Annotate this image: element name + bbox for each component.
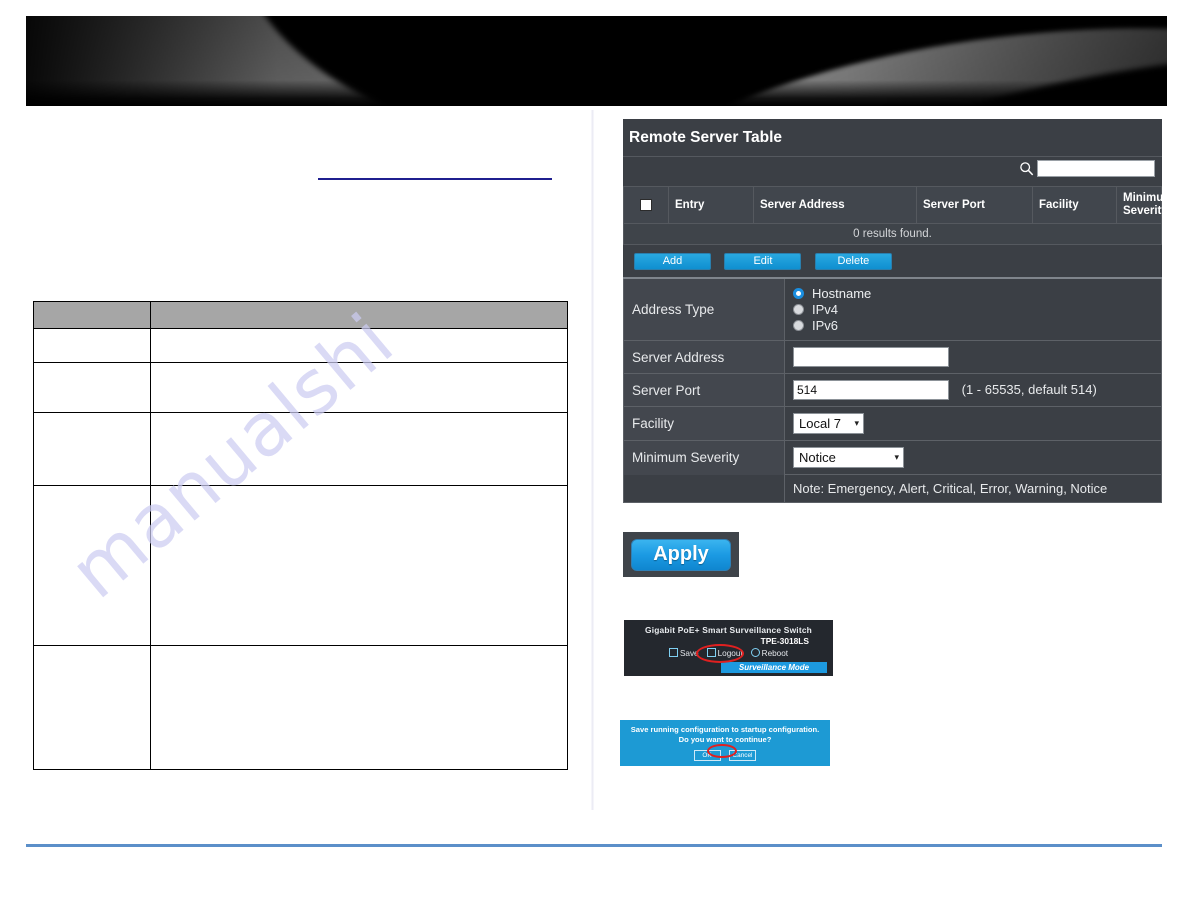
column-divider xyxy=(591,110,594,810)
facility-cell: Local 7 ▾ xyxy=(784,406,1162,442)
table-row xyxy=(32,485,568,646)
add-button[interactable]: Add xyxy=(634,253,711,271)
column-header-facility[interactable]: Facility xyxy=(1032,185,1117,225)
form-row-facility: Facility Local 7 ▾ xyxy=(623,406,1162,442)
device-title: Gigabit PoE+ Smart Surveillance Switch xyxy=(644,625,812,635)
edit-button[interactable]: Edit xyxy=(724,253,802,271)
search-row xyxy=(623,157,1162,186)
select-all-header[interactable] xyxy=(623,185,669,225)
radio-hostname-label: Hostname xyxy=(812,286,872,302)
table-cell-description xyxy=(150,645,568,770)
dialog-message: Save running configuration to startup co… xyxy=(630,725,820,745)
severity-note: Note: Emergency, Alert, Critical, Error,… xyxy=(784,474,1162,504)
column-header-minimum-severity[interactable]: Minimum Severity xyxy=(1116,185,1173,225)
panel-title: Remote Server Table xyxy=(623,119,1162,157)
minimum-severity-select[interactable]: Notice ▾ xyxy=(793,447,904,469)
form-row-server-port: Server Port (1 - 65535, default 514) xyxy=(623,373,1162,408)
server-address-label: Server Address xyxy=(623,340,785,375)
table-header-cell-term xyxy=(32,301,152,329)
page-banner xyxy=(26,16,1167,106)
chevron-down-icon: ▾ xyxy=(894,452,899,463)
form-row-note: Note: Emergency, Alert, Critical, Error,… xyxy=(623,474,1162,504)
remote-server-grid: Entry Server Address Server Port Facilit… xyxy=(623,185,1173,246)
radio-hostname-icon[interactable] xyxy=(793,288,804,300)
table-cell-term xyxy=(32,645,152,770)
select-all-checkbox[interactable] xyxy=(640,198,652,211)
table-row xyxy=(32,645,568,770)
chevron-down-icon: ▾ xyxy=(854,418,859,429)
minimum-severity-selected-value: Notice xyxy=(799,450,836,466)
table-cell-term xyxy=(32,362,152,413)
device-header-bar: Gigabit PoE+ Smart Surveillance Switch T… xyxy=(624,620,833,676)
address-type-options: Hostname IPv4 IPv6 xyxy=(784,277,1162,342)
reboot-icon xyxy=(750,648,760,657)
ok-highlight-annotation xyxy=(707,744,737,758)
server-port-cell: (1 - 65535, default 514) xyxy=(784,373,1162,408)
documentation-table xyxy=(32,301,568,770)
save-highlight-annotation xyxy=(696,644,744,663)
form-row-minimum-severity: Minimum Severity Notice ▾ xyxy=(623,440,1162,476)
radio-option-ipv4[interactable]: IPv4 xyxy=(793,302,1153,317)
footer-rule xyxy=(26,844,1162,847)
table-header-row xyxy=(32,301,568,329)
table-cell-term xyxy=(32,412,152,486)
column-header-entry[interactable]: Entry xyxy=(668,185,754,225)
grid-empty-row: 0 results found. xyxy=(623,223,1162,246)
server-port-hint: (1 - 65535, default 514) xyxy=(961,381,1097,397)
save-icon xyxy=(668,648,678,657)
no-results-message: 0 results found. xyxy=(623,223,1162,246)
banner-bottom-fade xyxy=(26,80,1167,106)
apply-button-container: Apply xyxy=(623,532,739,577)
server-port-label: Server Port xyxy=(623,373,785,408)
remote-server-form: Address Type Hostname IPv4 IPv6 Server A… xyxy=(623,277,1162,504)
table-cell-term xyxy=(32,328,152,363)
facility-label: Facility xyxy=(623,406,785,442)
save-action[interactable]: Save xyxy=(668,648,699,658)
note-spacer xyxy=(623,474,785,504)
radio-ipv6-icon[interactable] xyxy=(793,320,804,332)
column-header-server-port[interactable]: Server Port xyxy=(916,185,1033,225)
minimum-severity-label: Minimum Severity xyxy=(623,440,785,475)
apply-button[interactable]: Apply xyxy=(631,538,731,571)
radio-ipv6-label: IPv6 xyxy=(812,318,839,334)
radio-ipv4-label: IPv4 xyxy=(812,302,839,318)
table-cell-description xyxy=(150,485,568,646)
form-row-address-type: Address Type Hostname IPv4 IPv6 xyxy=(623,277,1162,342)
server-port-input[interactable] xyxy=(793,380,949,401)
server-address-cell xyxy=(784,340,1162,375)
minimum-severity-cell: Notice ▾ xyxy=(784,440,1162,476)
search-icon xyxy=(1020,162,1034,176)
section-rule xyxy=(318,178,552,180)
remote-server-panel: Remote Server Table Entry Server Address… xyxy=(623,119,1173,504)
reboot-label: Reboot xyxy=(761,649,789,658)
facility-selected-value: Local 7 xyxy=(799,416,841,432)
table-row xyxy=(32,412,568,486)
table-row xyxy=(32,328,568,363)
radio-ipv4-icon[interactable] xyxy=(793,304,804,316)
radio-option-ipv6[interactable]: IPv6 xyxy=(793,318,1153,333)
facility-select[interactable]: Local 7 ▾ xyxy=(793,413,864,435)
table-cell-description xyxy=(150,412,568,486)
table-cell-description xyxy=(150,328,568,363)
server-address-input[interactable] xyxy=(793,347,949,368)
address-type-label: Address Type xyxy=(623,277,785,342)
table-cell-term xyxy=(32,485,152,646)
delete-button[interactable]: Delete xyxy=(814,253,892,271)
table-cell-description xyxy=(150,362,568,413)
column-header-server-address[interactable]: Server Address xyxy=(753,185,917,225)
reboot-action[interactable]: Reboot xyxy=(750,648,789,658)
search-input[interactable] xyxy=(1037,160,1155,177)
radio-option-hostname[interactable]: Hostname xyxy=(793,286,1153,301)
form-row-server-address: Server Address xyxy=(623,340,1162,375)
save-confirm-dialog: Save running configuration to startup co… xyxy=(620,720,830,766)
grid-action-buttons: Add Edit Delete xyxy=(623,245,1162,278)
table-header-cell-description xyxy=(150,301,568,329)
surveillance-mode-pill[interactable]: Surveillance Mode xyxy=(721,662,827,673)
grid-header-row: Entry Server Address Server Port Facilit… xyxy=(623,185,1173,225)
table-row xyxy=(32,362,568,413)
